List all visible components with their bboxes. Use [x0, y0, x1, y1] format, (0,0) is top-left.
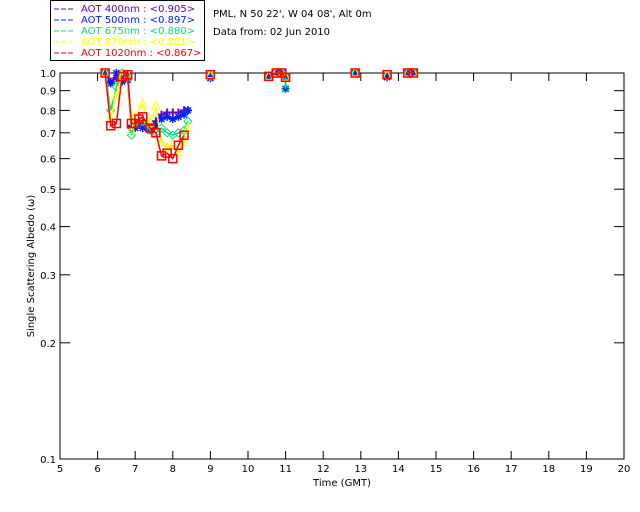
- y-tick-label: 0.8: [40, 106, 56, 117]
- date-info: Data from: 02 Jun 2010: [213, 27, 330, 38]
- legend-entry: AOT 1020nm : <0.867>: [81, 48, 201, 59]
- legend-entry: AOT 870nm : <0.881>: [81, 37, 195, 48]
- y-tick-label: 0.5: [40, 185, 56, 196]
- data-point: [183, 106, 192, 115]
- series-4: [100, 68, 419, 164]
- x-tick-label: 19: [580, 464, 593, 475]
- series-line: [104, 72, 414, 155]
- y-tick-label: 0.7: [40, 129, 56, 140]
- x-tick-label: 10: [242, 464, 255, 475]
- y-tick-label: 0.1: [40, 455, 56, 466]
- y-tick-label: 0.4: [40, 223, 56, 234]
- series-2: [100, 68, 419, 140]
- y-tick-label: 0.9: [40, 87, 56, 98]
- x-tick-label: 8: [170, 464, 176, 475]
- x-tick-label: 5: [57, 464, 63, 475]
- ssa-chart: AOT 400nm : <0.905>AOT 500nm : <0.897>AO…: [26, 0, 631, 489]
- x-tick-label: 18: [542, 464, 555, 475]
- y-tick-label: 1.0: [40, 69, 56, 80]
- x-tick-label: 12: [317, 464, 330, 475]
- x-tick-label: 7: [132, 464, 138, 475]
- x-tick-label: 16: [467, 464, 480, 475]
- y-tick-label: 0.6: [40, 155, 56, 166]
- x-axis-label: Time (GMT): [312, 478, 371, 489]
- x-tick-label: 6: [94, 464, 100, 475]
- x-tick-label: 9: [207, 464, 213, 475]
- x-tick-label: 15: [430, 464, 443, 475]
- x-tick-label: 17: [505, 464, 518, 475]
- x-tick-label: 11: [279, 464, 292, 475]
- y-axis-label: Single Scattering Albedo (ω): [26, 195, 37, 338]
- series-line: [104, 72, 414, 160]
- x-tick-label: 14: [392, 464, 405, 475]
- x-tick-label: 13: [354, 464, 367, 475]
- series-3: [100, 66, 419, 157]
- legend-entry: AOT 500nm : <0.897>: [81, 15, 195, 26]
- legend-entry: AOT 675nm : <0.880>: [81, 26, 195, 37]
- legend-entry: AOT 400nm : <0.905>: [81, 4, 195, 15]
- x-tick-label: 20: [618, 464, 631, 475]
- y-tick-label: 0.3: [40, 271, 56, 282]
- site-info: PML, N 50 22', W 04 08', Alt 0m: [213, 9, 372, 20]
- chart-container: AOT 400nm : <0.905> AOT 500nm : <0.897> AO…: [0, 0, 640, 512]
- y-tick-label: 0.2: [40, 339, 56, 350]
